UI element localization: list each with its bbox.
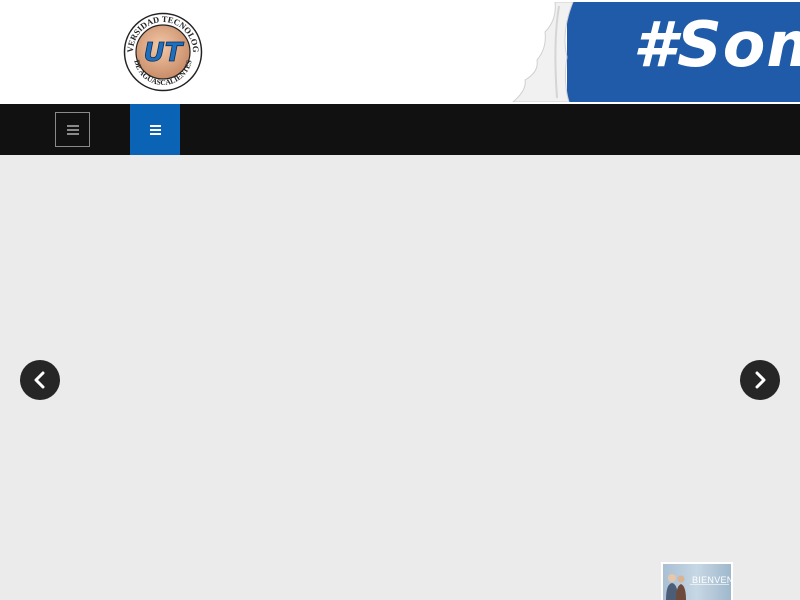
hamburger-icon (66, 124, 79, 135)
menu-toggle-button[interactable] (55, 112, 90, 147)
slide-thumbnail[interactable]: BIENVEN (661, 562, 733, 600)
slider-next-button[interactable] (740, 360, 780, 400)
banner-hashtag-text: #Somo (633, 8, 800, 81)
chevron-left-icon (34, 371, 45, 389)
hashtag-banner[interactable]: #Somo (505, 2, 800, 102)
logo-monogram: UT (144, 38, 185, 68)
thumbnail-image: BIENVEN (663, 564, 731, 600)
site-header: UNIVERSIDAD TECNOLOGICA DE AGUASCALIENTE… (0, 0, 800, 104)
thumbnail-caption: BIENVEN (692, 575, 731, 585)
main-menu-button[interactable] (130, 104, 180, 155)
main-navbar (0, 104, 800, 155)
bars-icon (149, 124, 161, 135)
slider-prev-button[interactable] (20, 360, 60, 400)
image-slider: BIENVEN (0, 155, 800, 600)
university-logo[interactable]: UNIVERSIDAD TECNOLOGICA DE AGUASCALIENTE… (120, 4, 203, 92)
torn-paper-edge (512, 2, 574, 102)
chevron-right-icon (755, 371, 766, 389)
